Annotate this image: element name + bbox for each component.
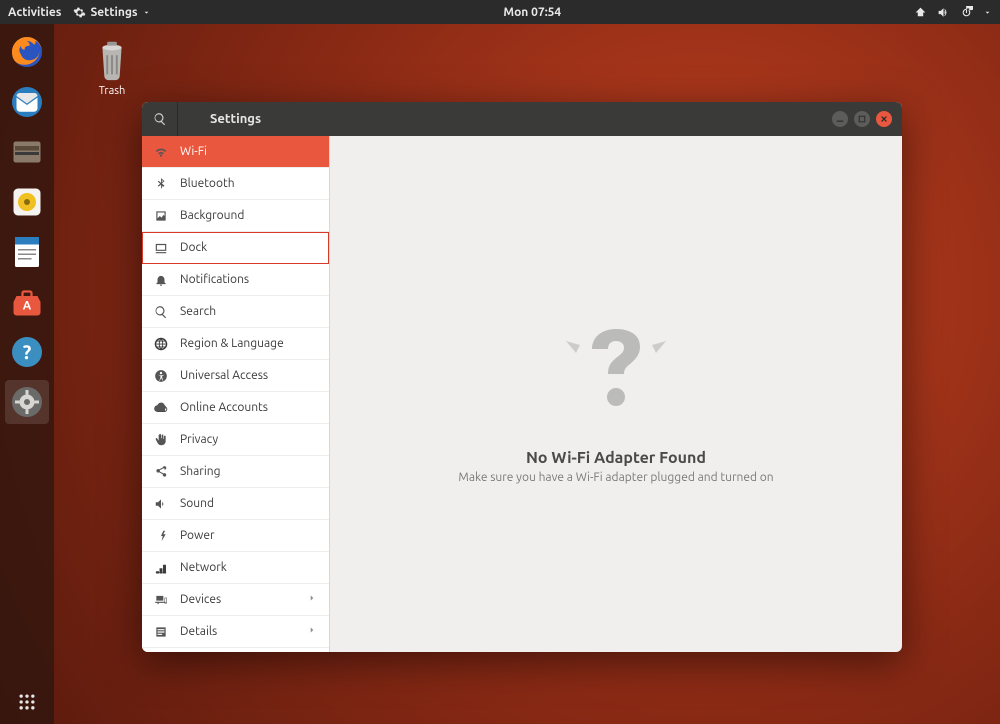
sidebar-item-label: Universal Access — [180, 369, 268, 382]
dock-icon — [154, 241, 168, 255]
bluetooth-icon — [154, 177, 168, 191]
bell-icon — [154, 273, 168, 287]
sidebar-item-network[interactable]: Network — [142, 552, 329, 584]
svg-text:?: ? — [23, 341, 32, 363]
dock: A ? — [0, 24, 54, 724]
dock-app-help[interactable]: ? — [5, 330, 49, 374]
sidebar-item-label: Region & Language — [180, 337, 284, 350]
power-icon — [960, 6, 973, 19]
content-pane: No Wi-Fi Adapter Found Make sure you hav… — [330, 136, 902, 652]
sidebar-item-label: Power — [180, 529, 215, 542]
system-status-area[interactable] — [914, 6, 992, 19]
cloud-icon — [154, 401, 168, 415]
sidebar-item-label: Online Accounts — [180, 401, 268, 414]
sidebar-item-dock[interactable]: Dock — [142, 232, 329, 264]
window-title: Settings — [178, 112, 832, 126]
volume-icon — [937, 6, 950, 19]
settings-sidebar: Wi-Fi Bluetooth Background Dock Notification… — [142, 136, 330, 652]
chevron-down-icon — [983, 8, 992, 17]
power-icon — [154, 529, 168, 543]
dock-app-files[interactable] — [5, 130, 49, 174]
sidebar-item-region[interactable]: Region & Language — [142, 328, 329, 360]
close-button[interactable] — [876, 111, 892, 127]
sidebar-item-label: Network — [180, 561, 227, 574]
sidebar-item-label: Search — [180, 305, 216, 318]
sidebar-item-online[interactable]: Online Accounts — [142, 392, 329, 424]
sidebar-item-privacy[interactable]: Privacy — [142, 424, 329, 456]
sidebar-item-label: Wi-Fi — [180, 145, 207, 158]
sidebar-item-label: Devices — [180, 593, 221, 606]
sidebar-item-label: Sharing — [180, 465, 221, 478]
sidebar-item-universal[interactable]: Universal Access — [142, 360, 329, 392]
sidebar-item-label: Background — [180, 209, 244, 222]
hand-icon — [154, 433, 168, 447]
wifi-icon — [154, 145, 168, 159]
search-icon — [154, 305, 168, 319]
dock-app-software[interactable]: A — [5, 280, 49, 324]
search-button[interactable] — [142, 102, 178, 136]
sidebar-item-sharing[interactable]: Sharing — [142, 456, 329, 488]
sidebar-item-power[interactable]: Power — [142, 520, 329, 552]
minimize-button[interactable] — [832, 111, 848, 127]
accessibility-icon — [154, 369, 168, 383]
trash-icon — [89, 36, 135, 82]
sidebar-item-background[interactable]: Background — [142, 200, 329, 232]
background-icon — [154, 209, 168, 223]
sidebar-item-label: Dock — [180, 241, 207, 254]
settings-window: Settings Wi-Fi Bluetooth Background Dock Not… — [142, 102, 902, 652]
app-menu[interactable]: Settings — [73, 6, 150, 19]
sidebar-item-details[interactable]: Details — [142, 616, 329, 648]
devices-icon — [154, 593, 168, 607]
top-bar: Activities Settings Mon 07:54 — [0, 0, 1000, 24]
show-applications-button[interactable] — [13, 688, 41, 716]
sidebar-item-label: Sound — [180, 497, 214, 510]
content-subtext: Make sure you have a Wi-Fi adapter plugg… — [458, 471, 773, 484]
search-icon — [153, 112, 167, 126]
gear-icon — [73, 6, 86, 19]
sidebar-item-label: Privacy — [180, 433, 218, 446]
sidebar-item-label: Notifications — [180, 273, 249, 286]
maximize-button[interactable] — [854, 111, 870, 127]
desktop-trash[interactable]: Trash — [80, 36, 144, 97]
question-icon — [556, 305, 676, 429]
network-icon — [914, 6, 927, 19]
sound-icon — [154, 497, 168, 511]
dock-app-firefox[interactable] — [5, 30, 49, 74]
dock-app-settings[interactable] — [5, 380, 49, 424]
network-icon — [154, 561, 168, 575]
sidebar-item-wifi[interactable]: Wi-Fi — [142, 136, 329, 168]
clock[interactable]: Mon 07:54 — [151, 6, 914, 19]
activities-button[interactable]: Activities — [8, 6, 61, 19]
sidebar-item-devices[interactable]: Devices — [142, 584, 329, 616]
sidebar-item-sound[interactable]: Sound — [142, 488, 329, 520]
share-icon — [154, 465, 168, 479]
content-heading: No Wi-Fi Adapter Found — [526, 449, 706, 467]
globe-icon — [154, 337, 168, 351]
window-headerbar[interactable]: Settings — [142, 102, 902, 136]
sidebar-item-notifications[interactable]: Notifications — [142, 264, 329, 296]
chevron-right-icon — [307, 593, 317, 606]
trash-label: Trash — [80, 85, 144, 97]
sidebar-item-label: Details — [180, 625, 217, 638]
sidebar-item-label: Bluetooth — [180, 177, 235, 190]
chevron-right-icon — [307, 625, 317, 638]
dock-app-thunderbird[interactable] — [5, 80, 49, 124]
dock-app-writer[interactable] — [5, 230, 49, 274]
dock-app-rhythmbox[interactable] — [5, 180, 49, 224]
svg-text:A: A — [23, 300, 32, 313]
details-icon — [154, 625, 168, 639]
chevron-down-icon — [142, 8, 151, 17]
sidebar-item-bluetooth[interactable]: Bluetooth — [142, 168, 329, 200]
sidebar-item-search[interactable]: Search — [142, 296, 329, 328]
